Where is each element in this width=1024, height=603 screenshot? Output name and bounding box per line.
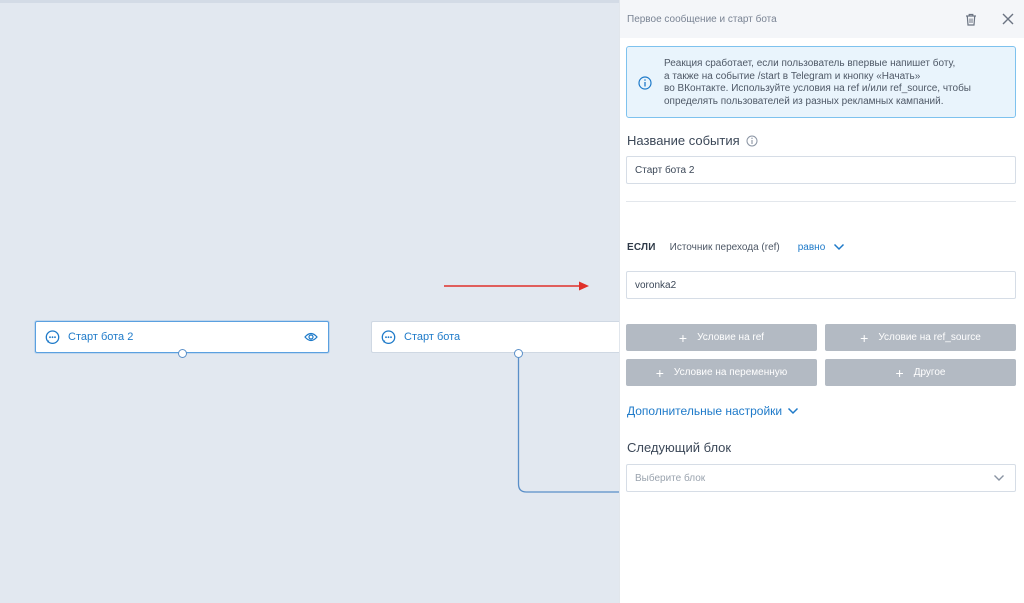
condition-value: voronka2 xyxy=(635,279,677,291)
condition-operator-select[interactable]: равно xyxy=(798,242,826,253)
panel-header: Первое сообщение и старт бота xyxy=(620,0,1024,38)
button-label: Условие на ref_source xyxy=(878,332,981,343)
flow-node-title: Старт бота 2 xyxy=(68,331,134,343)
add-ref-condition-button[interactable]: + Условие на ref xyxy=(626,324,817,351)
event-name-value: Старт бота 2 xyxy=(635,164,695,176)
button-label: Условие на ref xyxy=(697,332,765,343)
condition-source: Источник перехода (ref) xyxy=(669,241,780,253)
info-line: определять пользователей из разных рекла… xyxy=(664,95,944,107)
info-notice: Реакция сработает, если пользователь впе… xyxy=(626,46,1016,118)
info-line: Реакция сработает, если пользователь впе… xyxy=(664,58,956,69)
add-variable-condition-button[interactable]: + Условие на переменную xyxy=(626,359,817,386)
info-icon xyxy=(638,76,652,90)
plus-icon: + xyxy=(678,329,688,346)
section-divider xyxy=(626,201,1016,202)
chevron-down-icon xyxy=(787,406,799,416)
event-name-label-text: Название события xyxy=(627,133,740,148)
add-other-condition-button[interactable]: + Другое xyxy=(825,359,1016,386)
next-block-placeholder: Выберите блок xyxy=(635,472,706,484)
button-label: Другое xyxy=(913,367,946,378)
question-icon[interactable] xyxy=(746,135,758,147)
annotation-arrow xyxy=(444,281,589,291)
close-icon[interactable] xyxy=(1000,11,1016,27)
next-block-select[interactable]: Выберите блок xyxy=(626,464,1016,492)
plus-icon: + xyxy=(655,364,664,381)
info-line: а также на событие /start в Telegram и к… xyxy=(664,70,921,82)
info-line: во ВКонтакте. Используйте условия на ref… xyxy=(664,83,971,94)
advanced-settings-toggle[interactable]: Дополнительные настройки xyxy=(627,404,799,418)
add-ref-source-condition-button[interactable]: + Условие на ref_source xyxy=(825,324,1016,351)
node-output-port[interactable] xyxy=(178,349,187,358)
if-keyword: ЕСЛИ xyxy=(627,241,656,253)
panel-title: Первое сообщение и старт бота xyxy=(627,13,777,25)
flow-node-title: Старт бота xyxy=(404,331,461,343)
plus-icon: + xyxy=(895,364,904,381)
eye-icon[interactable] xyxy=(304,331,318,343)
plus-icon: + xyxy=(860,329,869,346)
chat-bubble-icon xyxy=(381,329,396,345)
info-notice-text: Реакция сработает, если пользователь впе… xyxy=(664,58,1009,108)
advanced-settings-label: Дополнительные настройки xyxy=(627,404,783,418)
node-output-port[interactable] xyxy=(514,349,523,358)
condition-row: ЕСЛИ Источник перехода (ref) равно xyxy=(627,239,845,255)
flow-node-start-bot[interactable]: Старт бота xyxy=(371,321,621,353)
button-label: Условие на переменную xyxy=(673,367,788,378)
event-name-input[interactable]: Старт бота 2 xyxy=(626,156,1016,184)
chevron-down-icon xyxy=(993,473,1005,483)
next-block-label: Следующий блок xyxy=(627,440,732,455)
chat-bubble-icon xyxy=(45,329,60,345)
trash-icon[interactable] xyxy=(963,11,979,27)
block-settings-panel: Первое сообщение и старт бота Реакция ср… xyxy=(619,0,1024,603)
condition-value-input[interactable]: voronka2 xyxy=(626,271,1016,299)
event-name-label: Название события xyxy=(627,133,758,148)
chevron-down-icon[interactable] xyxy=(833,242,845,252)
